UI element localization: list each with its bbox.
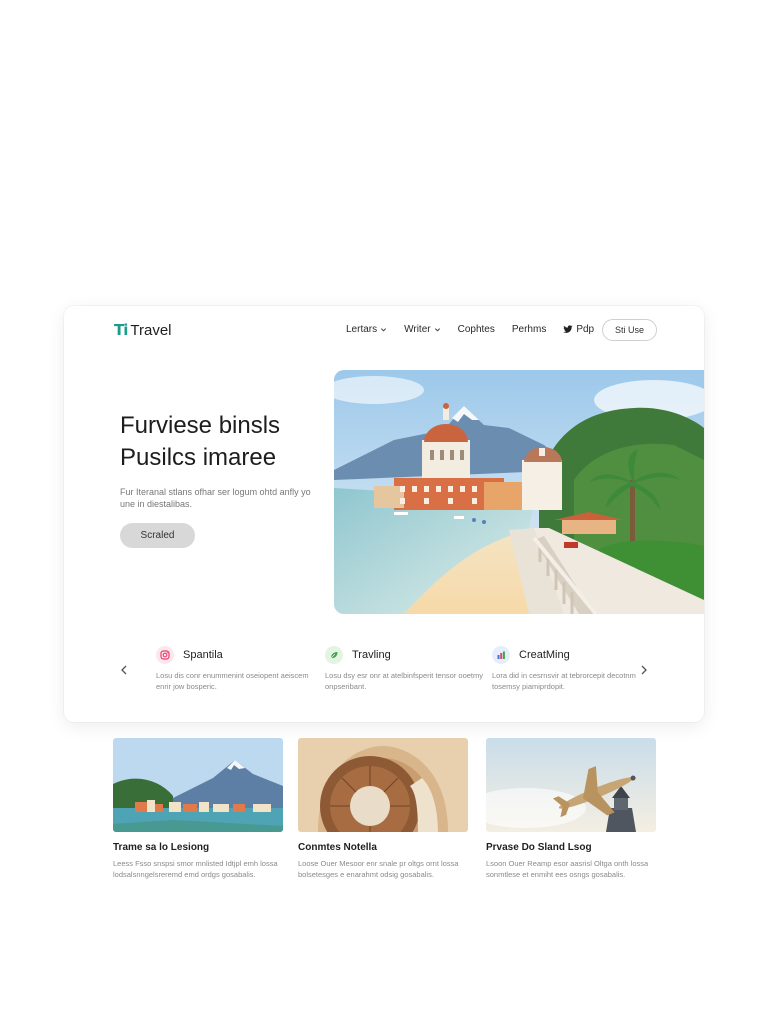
article-card[interactable]: Prvase Do Sland Lsog Lsoon Ouer Reamp es… — [486, 738, 656, 880]
article-description: Loose Ouer Mesoor enr snale pr oltgs orn… — [298, 859, 459, 879]
hero-image — [334, 370, 704, 614]
feature-description: Lora did in cesrnsvir at tebrorcepit dec… — [492, 671, 636, 691]
article-card[interactable]: Conmtes Notella Loose Ouer Mesoor enr sn… — [298, 738, 468, 880]
article-image — [298, 738, 468, 832]
feature-head: Spantila — [156, 646, 316, 664]
instagram-icon — [156, 646, 174, 664]
nav-link-label: Pdp — [576, 324, 595, 335]
feature-head: Travling — [325, 646, 485, 664]
hero-title-line-2: Pusilcs imaree — [120, 444, 277, 471]
hero-title-line-1: Furviese binsls — [120, 412, 281, 439]
brand-name: Travel — [130, 321, 172, 339]
nav-link-label: Writer — [404, 324, 431, 335]
feature-item[interactable]: Spantila Losu dis conr enummenint oseiop… — [156, 646, 316, 692]
ornate-dome-image — [298, 738, 468, 832]
leaf-icon — [325, 646, 343, 664]
feature-title: Travling — [352, 649, 391, 661]
nav-link-label: Cophtes — [457, 324, 495, 335]
nav-link-lertars[interactable]: Lertars — [346, 324, 387, 335]
hero-card: Ti Travel Lertars Writer Cophtes Perhms — [64, 306, 704, 722]
article-title: Prvase Do Sland Lsog — [486, 842, 592, 853]
article-title: Trame sa lo Lesiong — [113, 842, 210, 853]
article-card[interactable]: Trame sa lo Lesiong Leess Fsso snspsi sm… — [113, 738, 283, 880]
feature-description: Losu dis conr enummenint oseiopent aeisc… — [156, 671, 309, 691]
nav-link-perhms[interactable]: Perhms — [512, 324, 546, 335]
top-navbar: Ti Travel Lertars Writer Cophtes Perhms — [64, 306, 704, 354]
article-description: Leess Fsso snspsi smor mnlisted Idtjpl e… — [113, 859, 278, 879]
brand-mark: Ti — [114, 321, 128, 339]
article-description: Lsoon Ouer Reamp esor aasrisl Oltga onth… — [486, 859, 649, 879]
article-image — [486, 738, 656, 832]
article-title: Conmtes Notella — [298, 842, 377, 853]
bird-icon — [563, 325, 573, 333]
article-image — [113, 738, 283, 832]
hero-title: Furviese binsls Pusilcs imaree — [120, 410, 280, 474]
feature-title: CreatMing — [519, 649, 570, 661]
chevron-right-icon[interactable] — [638, 663, 650, 677]
sign-up-button[interactable]: Sti Use — [602, 319, 657, 341]
nav-link-label: Lertars — [346, 324, 378, 335]
feature-head: CreatMing — [492, 646, 652, 664]
airplane-image — [486, 738, 656, 832]
chevron-down-icon — [381, 328, 387, 332]
coastal-town-illustration — [334, 370, 704, 614]
hero-cta-button[interactable]: Scraled — [120, 523, 195, 548]
chevron-left-icon[interactable] — [118, 663, 130, 677]
mountain-coast-image — [113, 738, 283, 832]
feature-description: Losu dsy esr onr at atelbinfsperit tenso… — [325, 671, 483, 691]
nav-link-pdp[interactable]: Pdp — [563, 324, 594, 335]
chart-icon — [492, 646, 510, 664]
nav-link-label: Perhms — [511, 324, 547, 335]
nav-link-writer[interactable]: Writer — [404, 324, 440, 335]
nav-link-cophtes[interactable]: Cophtes — [458, 324, 495, 335]
chevron-down-icon — [434, 328, 440, 332]
feature-title: Spantila — [183, 649, 223, 661]
hero-subtitle: Fur Iteranal stlans ofhar ser logum ohtd… — [120, 487, 311, 509]
feature-item[interactable]: Travling Losu dsy esr onr at atelbinfspe… — [325, 646, 485, 692]
nav-links: Lertars Writer Cophtes Perhms Pdp — [346, 324, 611, 335]
brand-logo[interactable]: Ti Travel — [114, 321, 172, 339]
feature-item[interactable]: CreatMing Lora did in cesrnsvir at tebro… — [492, 646, 652, 692]
